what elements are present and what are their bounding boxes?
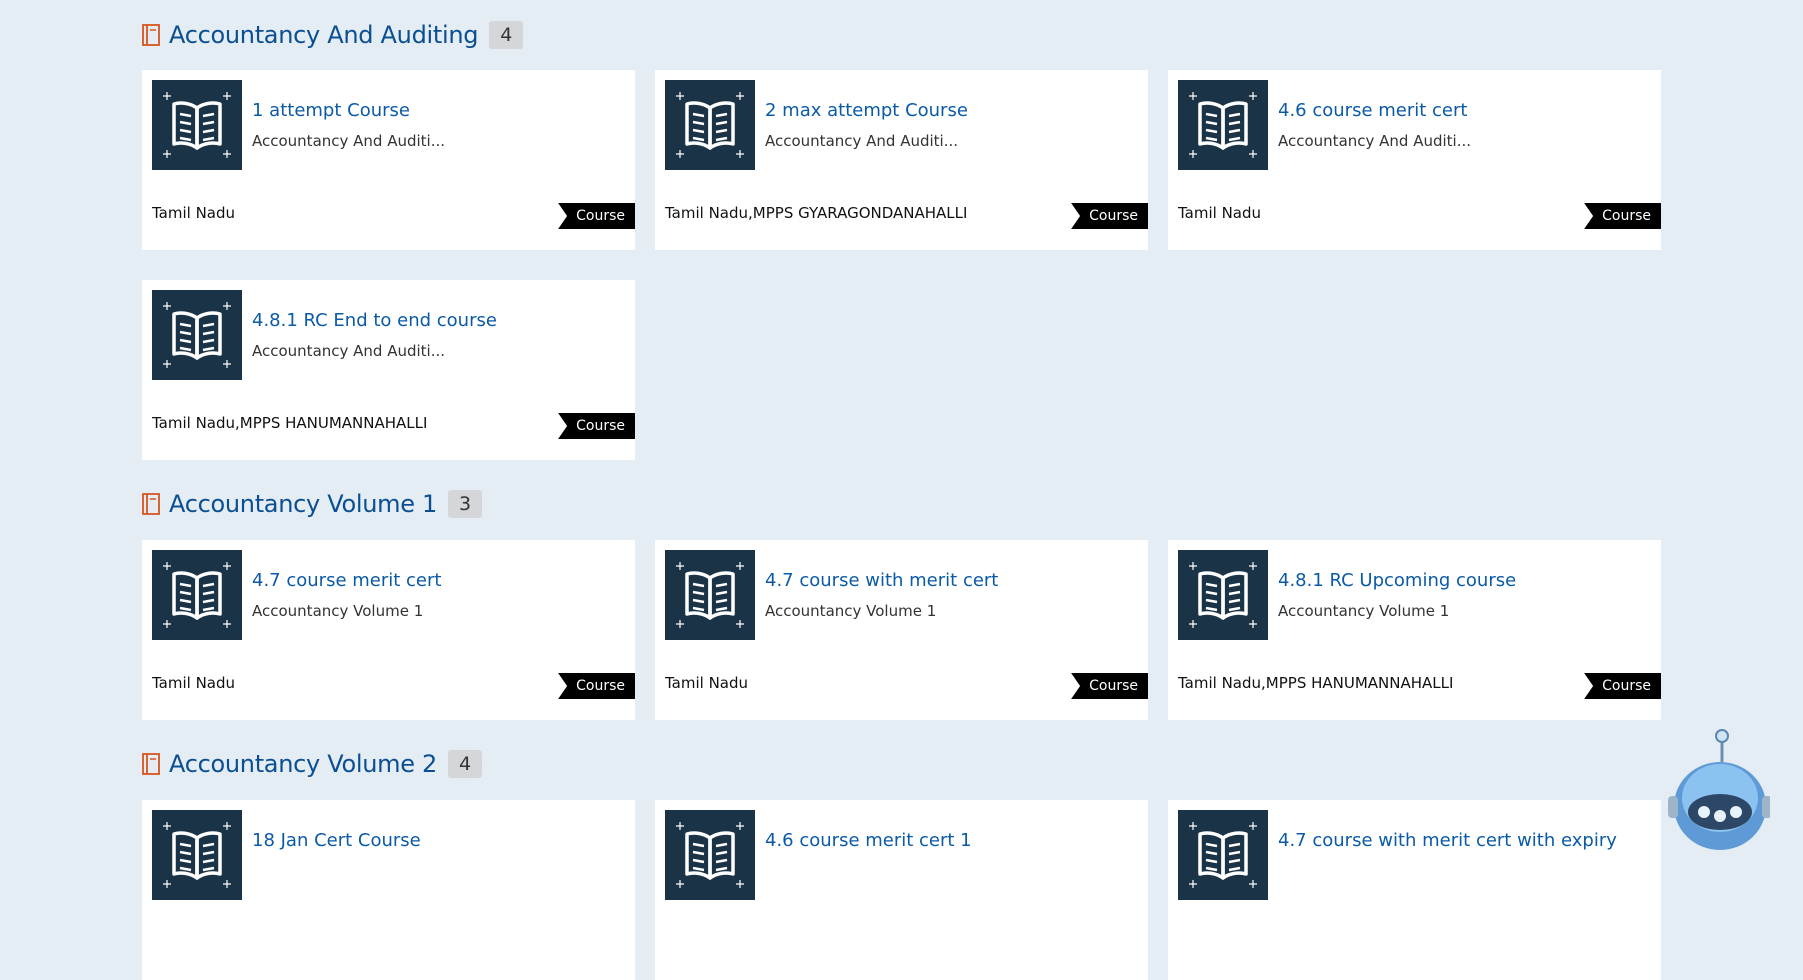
course-card[interactable]: 4.7 course with merit cert with expiry (1168, 800, 1661, 980)
course-card[interactable]: 18 Jan Cert Course (142, 800, 635, 980)
count-badge: 4 (448, 750, 483, 778)
course-card[interactable]: 4.7 course with merit cert Accountancy V… (655, 540, 1148, 720)
section-accountancy-volume-1: Accountancy Volume 1 3 (142, 487, 1662, 521)
course-subject: Accountancy And Auditi... (765, 132, 959, 150)
open-book-icon (152, 80, 242, 170)
course-type-tag: Course (1584, 673, 1661, 699)
course-subject: Accountancy And Auditi... (1278, 132, 1472, 150)
section-header: Accountancy And Auditing 4 (142, 18, 1662, 52)
open-book-icon (152, 290, 242, 380)
section-accountancy-volume-2: Accountancy Volume 2 4 (142, 747, 1662, 781)
course-title[interactable]: 4.8.1 RC Upcoming course (1278, 570, 1516, 591)
course-type-tag: Course (558, 203, 635, 229)
course-location: Tamil Nadu,MPPS HANUMANNAHALLI (1178, 674, 1454, 692)
course-location: Tamil Nadu (1178, 204, 1262, 222)
open-book-icon (1178, 810, 1268, 900)
course-title[interactable]: 4.6 course merit cert (1278, 100, 1467, 121)
course-title[interactable]: 4.7 course merit cert (252, 570, 441, 591)
course-type-tag: Course (1071, 203, 1148, 229)
count-badge: 4 (489, 21, 524, 49)
book-icon (142, 493, 160, 515)
course-title[interactable]: 4.8.1 RC End to end course (252, 310, 497, 331)
course-card[interactable]: 4.6 course merit cert Accountancy And Au… (1168, 70, 1661, 250)
section-accountancy-and-auditing: Accountancy And Auditing 4 (142, 18, 1662, 52)
open-book-icon (665, 80, 755, 170)
open-book-icon (665, 550, 755, 640)
course-card[interactable]: 4.8.1 RC End to end course Accountancy A… (142, 280, 635, 460)
course-card[interactable]: 2 max attempt Course Accountancy And Aud… (655, 70, 1148, 250)
course-subject: Accountancy Volume 1 (765, 602, 937, 620)
section-title[interactable]: Accountancy Volume 2 (169, 750, 437, 778)
course-location: Tamil Nadu (665, 674, 749, 692)
count-badge: 3 (448, 490, 483, 518)
course-subject: Accountancy And Auditi... (252, 132, 446, 150)
course-title[interactable]: 18 Jan Cert Course (252, 830, 421, 851)
course-subject: Accountancy Volume 1 (1278, 602, 1450, 620)
course-title[interactable]: 4.6 course merit cert 1 (765, 830, 972, 851)
course-subject: Accountancy Volume 1 (252, 602, 424, 620)
course-title[interactable]: 2 max attempt Course (765, 100, 968, 121)
course-type-tag: Course (558, 673, 635, 699)
course-title[interactable]: 1 attempt Course (252, 100, 410, 121)
course-type-tag: Course (1071, 673, 1148, 699)
open-book-icon (665, 810, 755, 900)
course-type-tag: Course (1584, 203, 1661, 229)
course-card[interactable]: 4.6 course merit cert 1 (655, 800, 1148, 980)
course-location: Tamil Nadu (152, 674, 236, 692)
open-book-icon (1178, 550, 1268, 640)
section-header: Accountancy Volume 2 4 (142, 747, 1662, 781)
open-book-icon (152, 810, 242, 900)
section-title[interactable]: Accountancy Volume 1 (169, 490, 437, 518)
robot-assistant-icon[interactable] (1660, 726, 1772, 856)
open-book-icon (1178, 80, 1268, 170)
course-type-tag: Course (558, 413, 635, 439)
course-card[interactable]: 1 attempt Course Accountancy And Auditi.… (142, 70, 635, 250)
course-title[interactable]: 4.7 course with merit cert with expiry (1278, 830, 1617, 851)
course-location: Tamil Nadu,MPPS GYARAGONDANAHALLI (665, 204, 968, 222)
course-title[interactable]: 4.7 course with merit cert (765, 570, 998, 591)
course-subject: Accountancy And Auditi... (252, 342, 446, 360)
book-icon (142, 753, 160, 775)
book-icon (142, 24, 160, 46)
course-card[interactable]: 4.8.1 RC Upcoming course Accountancy Vol… (1168, 540, 1661, 720)
section-title[interactable]: Accountancy And Auditing (169, 21, 479, 49)
open-book-icon (152, 550, 242, 640)
course-location: Tamil Nadu (152, 204, 236, 222)
course-card[interactable]: 4.7 course merit cert Accountancy Volume… (142, 540, 635, 720)
course-location: Tamil Nadu,MPPS HANUMANNAHALLI (152, 414, 428, 432)
section-header: Accountancy Volume 1 3 (142, 487, 1662, 521)
